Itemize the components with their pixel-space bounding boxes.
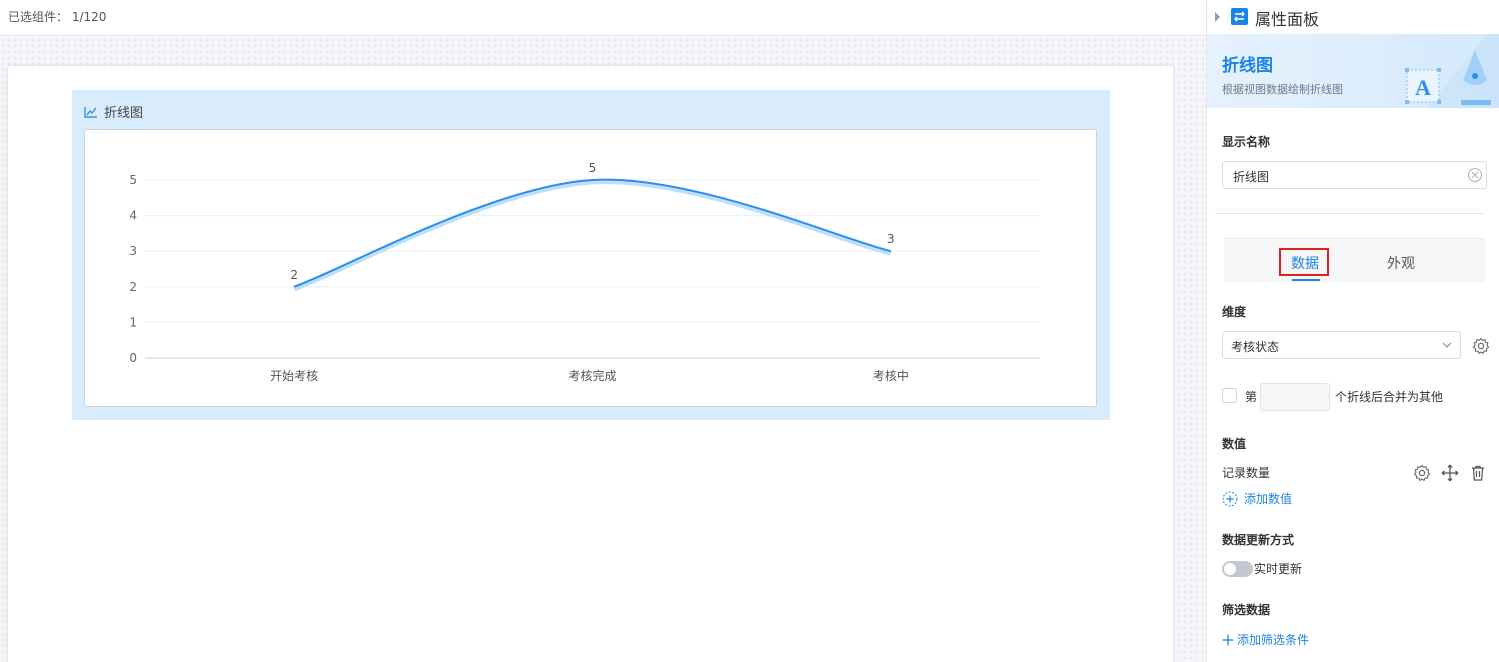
merge-count-input[interactable] xyxy=(1260,383,1330,411)
series-line xyxy=(293,178,892,288)
y-tick-label: 2 xyxy=(129,280,137,294)
filter-label: 筛选数据 xyxy=(1222,603,1271,617)
realtime-update-label: 实时更新 xyxy=(1254,562,1303,576)
y-tick-label: 5 xyxy=(129,173,137,187)
highlight-box xyxy=(1279,248,1329,276)
section-divider xyxy=(1215,213,1485,214)
values-label: 数值 xyxy=(1222,437,1247,451)
add-filter-button[interactable]: 添加筛选条件 xyxy=(1222,631,1309,648)
clear-icon[interactable] xyxy=(1467,167,1483,183)
selection-bar: 已选组件： 1/120 xyxy=(0,0,1206,36)
update-mode-label: 数据更新方式 xyxy=(1222,533,1295,547)
collapse-caret-icon[interactable] xyxy=(1215,12,1220,22)
series-line-shadow xyxy=(293,179,892,292)
value-item-label: 记录数量 xyxy=(1222,466,1271,480)
merge-prefix: 第 xyxy=(1245,390,1258,404)
add-value-button[interactable]: 添加数值 xyxy=(1222,490,1292,507)
svg-text:A: A xyxy=(1415,75,1431,100)
display-name-value: 折线图 xyxy=(1233,170,1270,184)
design-canvas[interactable]: 折线图 0 1 2 3 4 5 开始考核 考核完成 考核中 2 5 3 xyxy=(0,37,1206,662)
add-circle-icon xyxy=(1222,491,1238,506)
property-panel: 属性面板 折线图 根据视图数据绘制折线图 A 显示名称 折线图 数据 外观 维度 xyxy=(1206,0,1499,662)
plus-icon xyxy=(1222,634,1234,645)
y-tick-label: 0 xyxy=(129,351,137,365)
widget-header: 折线图 xyxy=(84,102,143,121)
pen-illustration-icon: A xyxy=(1405,34,1499,108)
merge-suffix: 个折线后合并为其他 xyxy=(1335,390,1444,404)
chart-area: 0 1 2 3 4 5 开始考核 考核完成 考核中 2 5 3 xyxy=(84,129,1097,407)
line-chart-widget[interactable]: 折线图 0 1 2 3 4 5 开始考核 考核完成 考核中 2 5 3 xyxy=(72,90,1110,420)
add-filter-label: 添加筛选条件 xyxy=(1237,633,1310,647)
add-value-label: 添加数值 xyxy=(1244,492,1293,506)
merge-checkbox[interactable] xyxy=(1222,388,1237,403)
drag-move-icon[interactable] xyxy=(1441,464,1459,482)
x-tick-label: 开始考核 xyxy=(270,369,318,383)
chevron-down-icon xyxy=(1442,342,1452,348)
banner-subtitle: 根据视图数据绘制折线图 xyxy=(1222,83,1343,96)
panel-header: 属性面板 xyxy=(1207,0,1499,34)
dimension-settings-gear-icon[interactable] xyxy=(1472,337,1490,355)
x-tick-label: 考核完成 xyxy=(568,368,616,383)
selected-count: 已选组件： 1/120 xyxy=(8,10,107,24)
data-label: 5 xyxy=(589,161,597,175)
swap-icon xyxy=(1231,8,1248,25)
data-label: 2 xyxy=(290,268,298,282)
display-name-input[interactable]: 折线图 xyxy=(1222,161,1487,189)
line-chart-icon xyxy=(84,106,97,118)
page-surface[interactable]: 折线图 0 1 2 3 4 5 开始考核 考核完成 考核中 2 5 3 xyxy=(7,65,1174,662)
toggle-knob xyxy=(1224,563,1236,575)
tab-appearance[interactable]: 外观 xyxy=(1387,253,1415,273)
dimension-value: 考核状态 xyxy=(1231,340,1280,354)
delete-trash-icon[interactable] xyxy=(1469,464,1487,482)
panel-title: 属性面板 xyxy=(1255,10,1320,29)
widget-title: 折线图 xyxy=(104,106,144,121)
active-tab-indicator xyxy=(1292,279,1320,281)
x-tick-label: 考核中 xyxy=(873,368,909,383)
data-label: 3 xyxy=(887,232,895,246)
y-tick-label: 1 xyxy=(129,315,137,329)
banner-title: 折线图 xyxy=(1222,56,1273,76)
realtime-update-toggle[interactable] xyxy=(1222,561,1253,577)
y-tick-label: 4 xyxy=(129,209,137,223)
dimension-select[interactable]: 考核状态 xyxy=(1222,331,1461,359)
component-banner: 折线图 根据视图数据绘制折线图 A xyxy=(1207,34,1499,108)
display-name-label: 显示名称 xyxy=(1222,135,1271,149)
line-chart: 0 1 2 3 4 5 开始考核 考核完成 考核中 2 5 3 xyxy=(129,161,1040,383)
y-tick-label: 3 xyxy=(129,244,137,258)
config-tabs: 数据 外观 xyxy=(1224,238,1485,282)
value-settings-gear-icon[interactable] xyxy=(1413,464,1431,482)
dimension-label: 维度 xyxy=(1222,305,1247,319)
